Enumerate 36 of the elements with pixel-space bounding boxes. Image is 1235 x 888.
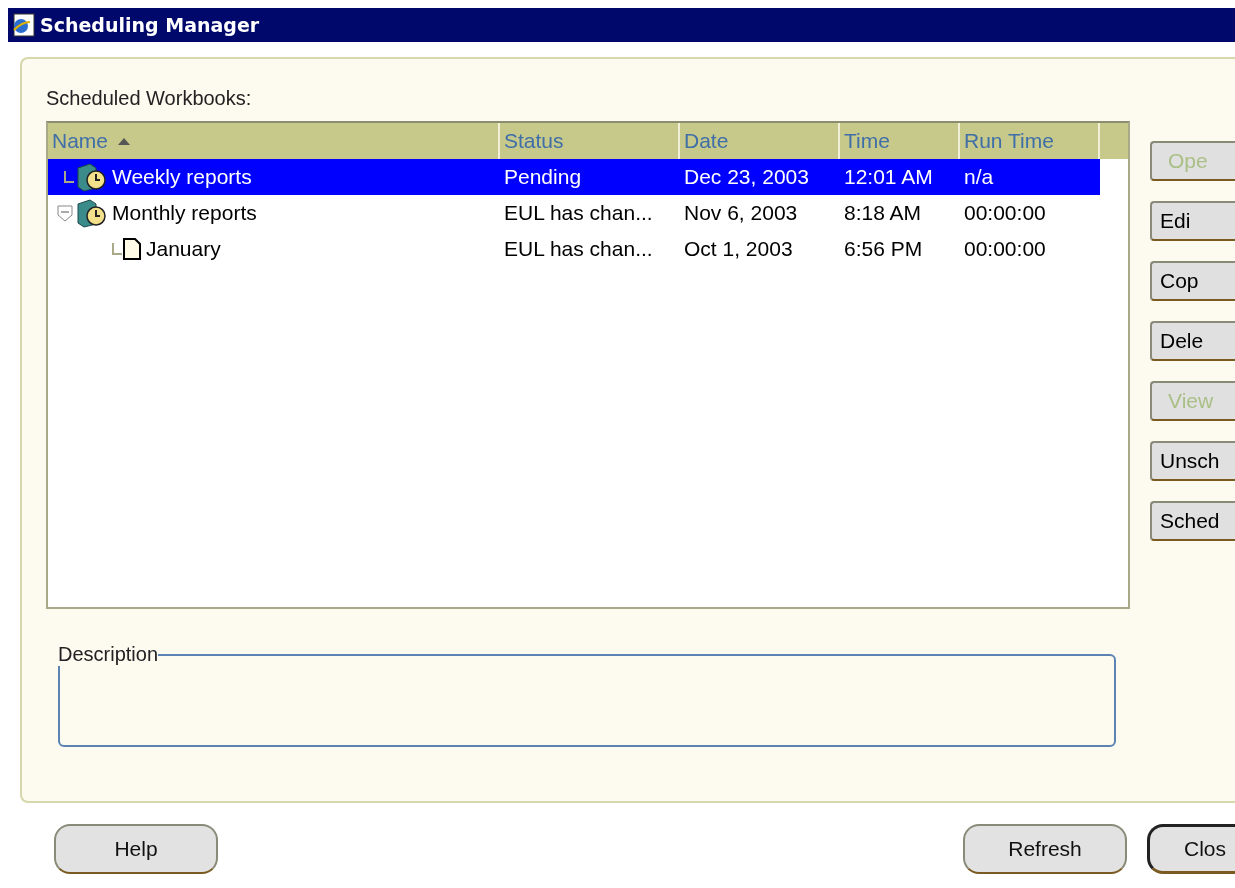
tree-connector-icon bbox=[64, 171, 74, 183]
app-icon bbox=[10, 12, 36, 38]
run-time-cell-text: n/a bbox=[963, 165, 995, 189]
run-time-cell-text: 00:00:00 bbox=[963, 201, 1047, 225]
table-row[interactable]: Monthly reports EUL has chan... Nov 6, 2003 8:18 AM 00:00:00 bbox=[48, 195, 1100, 231]
workbook-name: Monthly reports bbox=[111, 200, 258, 226]
workbook-name: Weekly reports bbox=[111, 164, 253, 190]
time-cell-text: 12:01 AM bbox=[843, 165, 934, 189]
footer-button[interactable]: Refresh bbox=[963, 824, 1127, 874]
collapse-icon[interactable] bbox=[56, 204, 74, 222]
clock-book-icon bbox=[74, 198, 108, 228]
time-cell-text: 6:56 PM bbox=[843, 237, 924, 261]
window-title: Scheduling Manager bbox=[40, 14, 260, 36]
side-button[interactable]: Dele bbox=[1150, 321, 1235, 361]
table-row[interactable]: Weekly reports Pending Dec 23, 2003 12:01 AM n/a bbox=[48, 159, 1100, 195]
date-cell-text: Dec 23, 2003 bbox=[683, 165, 810, 189]
status-cell-text: Pending bbox=[503, 165, 583, 189]
status-cell-text: EUL has chan... bbox=[503, 201, 654, 225]
footer-button[interactable]: Help bbox=[54, 824, 218, 874]
side-button[interactable]: Sched bbox=[1150, 501, 1235, 541]
description-label: Description bbox=[58, 643, 159, 666]
footer-button[interactable]: Clos bbox=[1147, 824, 1235, 874]
table-row[interactable]: January EUL has chan... Oct 1, 2003 6:56 PM 00:00:00 bbox=[48, 231, 1100, 267]
list-label: Scheduled Workbooks: bbox=[46, 87, 253, 111]
date-cell-text: Nov 6, 2003 bbox=[683, 201, 799, 225]
tree-connector-icon bbox=[112, 243, 122, 255]
side-button[interactable]: Edi bbox=[1150, 201, 1235, 241]
date-cell-text: Oct 1, 2003 bbox=[683, 237, 794, 261]
time-cell-text: 8:18 AM bbox=[843, 201, 923, 225]
side-button[interactable]: Cop bbox=[1150, 261, 1235, 301]
workbook-name: January bbox=[145, 236, 222, 262]
run-time-cell-text: 00:00:00 bbox=[963, 237, 1047, 261]
side-button[interactable]: Unsch bbox=[1150, 441, 1235, 481]
document-icon bbox=[122, 237, 142, 261]
clock-book-icon bbox=[74, 162, 108, 192]
status-cell-text: EUL has chan... bbox=[503, 237, 654, 261]
